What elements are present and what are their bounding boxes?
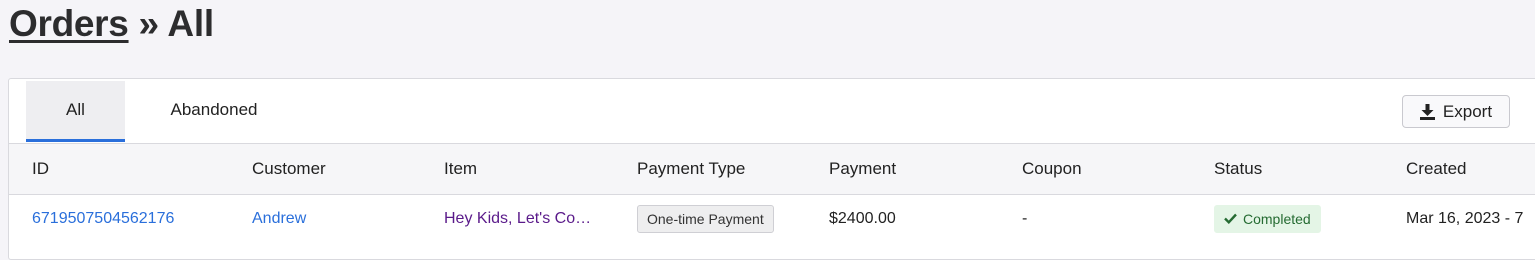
item-link[interactable]: Hey Kids, Let's Code! xyxy=(444,195,596,243)
table-header: ID Customer Item Payment Type Payment Co… xyxy=(9,144,1535,195)
column-header-item[interactable]: Item xyxy=(444,144,477,194)
order-id-link[interactable]: 6719507504562176 xyxy=(32,195,174,243)
breadcrumb-current: All xyxy=(167,3,214,44)
column-header-payment-type[interactable]: Payment Type xyxy=(637,144,745,194)
payment-amount: $2400.00 xyxy=(829,210,896,227)
payment-type-cell: One-time Payment xyxy=(637,195,774,243)
check-icon xyxy=(1224,207,1237,231)
created-date: Mar 16, 2023 - 7 xyxy=(1406,210,1524,227)
coupon-value: - xyxy=(1022,210,1028,227)
column-header-id[interactable]: ID xyxy=(32,144,49,194)
breadcrumb-orders-link[interactable]: Orders xyxy=(9,3,129,44)
tab-all[interactable]: All xyxy=(26,81,125,142)
export-label: Export xyxy=(1442,101,1493,121)
status-label: Completed xyxy=(1243,210,1311,227)
breadcrumb-separator: » xyxy=(128,3,168,44)
column-header-created[interactable]: Created xyxy=(1406,144,1466,194)
page-title: Orders » All xyxy=(9,2,214,46)
status-badge: Completed xyxy=(1214,204,1321,233)
export-button[interactable]: Export xyxy=(1402,95,1510,128)
tab-abandoned[interactable]: Abandoned xyxy=(134,81,294,139)
column-header-customer[interactable]: Customer xyxy=(252,144,326,194)
orders-card: All Abandoned Export ID Customer Item Pa… xyxy=(8,78,1535,260)
tabs-bar: All Abandoned Export xyxy=(9,79,1535,144)
column-header-payment[interactable]: Payment xyxy=(829,144,896,194)
column-header-coupon[interactable]: Coupon xyxy=(1022,144,1082,194)
download-icon xyxy=(1419,103,1435,120)
customer-link[interactable]: Andrew xyxy=(252,195,306,243)
table-row[interactable]: 6719507504562176 Andrew Hey Kids, Let's … xyxy=(9,195,1535,245)
status-cell: Completed xyxy=(1214,195,1321,243)
payment-type-badge: One-time Payment xyxy=(637,204,774,233)
column-header-status[interactable]: Status xyxy=(1214,144,1262,194)
